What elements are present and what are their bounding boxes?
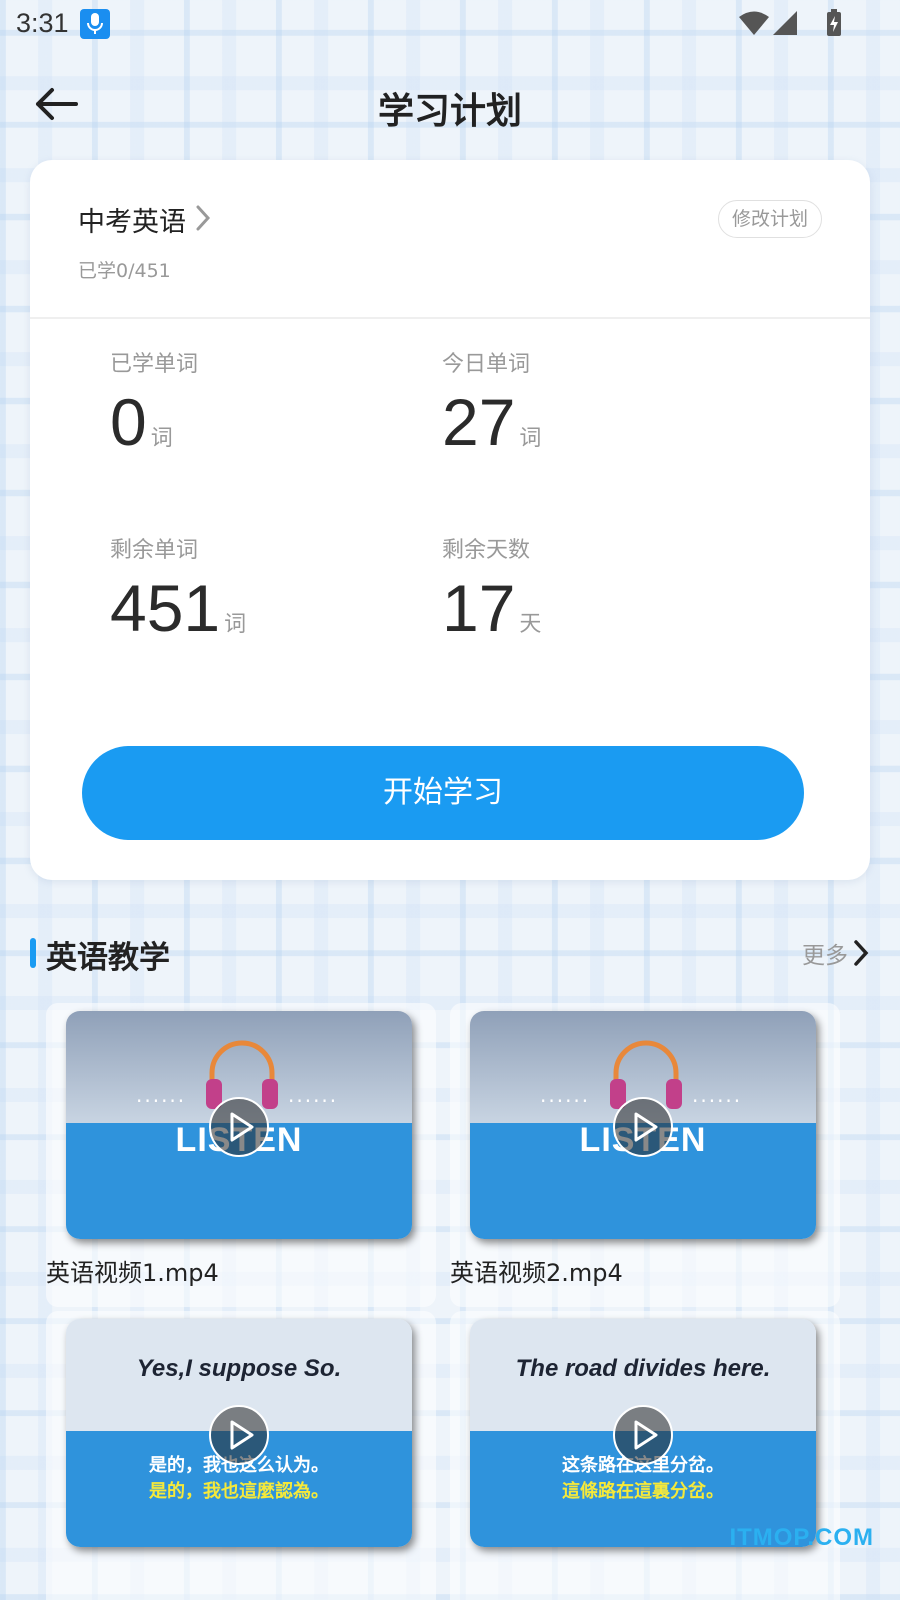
stat-remaining-words: 剩余单词 451 词 xyxy=(110,532,430,692)
chevron-right-icon[interactable] xyxy=(194,204,212,232)
edit-plan-button[interactable]: 修改计划 xyxy=(718,200,822,238)
divider xyxy=(30,317,870,319)
section-title: 英语教学 xyxy=(46,940,170,976)
video-thumbnail[interactable]: ······ ······ LISTEN xyxy=(66,1011,412,1239)
video-thumbnail[interactable]: The road divides here. 这条路在这里分岔。 這條路在這裏分… xyxy=(470,1319,816,1547)
microphone-icon xyxy=(80,9,110,39)
decorative-dots: ······ xyxy=(288,1089,339,1113)
watermark: ITMOP.COM xyxy=(729,1524,874,1551)
study-plan-card: 中考英语 已学0/451 修改计划 已学单词 0词 今日单词 27 词 剩余单词 … xyxy=(30,160,870,880)
stat-label: 剩余天数 xyxy=(442,538,531,563)
start-learning-button[interactable]: 开始学习 xyxy=(82,746,804,840)
play-icon[interactable] xyxy=(208,1404,270,1466)
stat-unit: 词 xyxy=(224,612,247,637)
play-icon[interactable] xyxy=(612,1404,674,1466)
thumbnail-phrase-en: The road divides here. xyxy=(515,1355,771,1382)
stat-unit: 词 xyxy=(519,426,542,451)
more-link[interactable]: 更多 xyxy=(802,936,870,970)
video-thumbnail[interactable]: ······ ······ LISTEN xyxy=(470,1011,816,1239)
decorative-dots: ······ xyxy=(692,1089,743,1113)
stat-value: 17 xyxy=(442,571,516,645)
video-card[interactable]: Yes,I suppose So. 是的，我也这么认为。 是的，我也這麼認為。 xyxy=(46,1311,436,1600)
chevron-right-icon xyxy=(854,940,869,966)
page-title: 学习计划 xyxy=(377,91,522,132)
decorative-dots: ······ xyxy=(136,1089,187,1113)
stat-remaining-days: 剩余天数 17 天 xyxy=(442,532,762,692)
stat-learned-words: 已学单词 0词 xyxy=(110,346,430,506)
play-icon[interactable] xyxy=(208,1096,270,1158)
learned-progress: 已学0/451 xyxy=(78,260,171,282)
page-header: 学习计划 xyxy=(0,70,900,140)
video-title[interactable]: 英语视频1.mp4 xyxy=(46,1253,219,1288)
battery-charging-icon xyxy=(827,9,841,36)
video-title[interactable]: 英语视频2.mp4 xyxy=(450,1253,623,1288)
section-accent-bar xyxy=(30,938,36,968)
section-header: 英语教学 更多 xyxy=(30,930,870,978)
thumbnail-phrase-zh-traditional: 是的，我也這麼認為。 xyxy=(149,1481,329,1502)
play-icon[interactable] xyxy=(612,1096,674,1158)
video-card[interactable]: ······ ······ LISTEN 英语视频2.mp4 xyxy=(450,1003,840,1307)
stat-unit: 天 xyxy=(519,612,542,637)
thumbnail-phrase-zh-traditional: 這條路在這裏分岔。 xyxy=(562,1481,724,1502)
course-title[interactable]: 中考英语 xyxy=(78,200,186,239)
video-card[interactable]: The road divides here. 这条路在这里分岔。 這條路在這裏分… xyxy=(450,1311,840,1600)
stat-value: 27 xyxy=(442,385,516,459)
status-time: 3:31 xyxy=(16,8,69,38)
stat-label: 已学单词 xyxy=(110,352,199,377)
video-thumbnail[interactable]: Yes,I suppose So. 是的，我也这么认为。 是的，我也這麼認為。 xyxy=(66,1319,412,1547)
stat-unit: 词 xyxy=(150,426,173,451)
stat-today-words: 今日单词 27 词 xyxy=(442,346,762,506)
stat-value: 0 xyxy=(110,385,147,459)
signal-icon xyxy=(773,11,797,35)
stat-value: 451 xyxy=(110,571,221,645)
wifi-icon xyxy=(739,11,769,35)
thumbnail-phrase-en: Yes,I suppose So. xyxy=(136,1355,342,1382)
more-label: 更多 xyxy=(802,943,848,969)
stat-label: 今日单词 xyxy=(442,352,531,377)
video-card[interactable]: ······ ······ LISTEN 英语视频1.mp4 xyxy=(46,1003,436,1307)
stat-label: 剩余单词 xyxy=(110,538,199,563)
decorative-dots: ······ xyxy=(540,1089,591,1113)
status-bar: 3:31 xyxy=(0,0,900,48)
